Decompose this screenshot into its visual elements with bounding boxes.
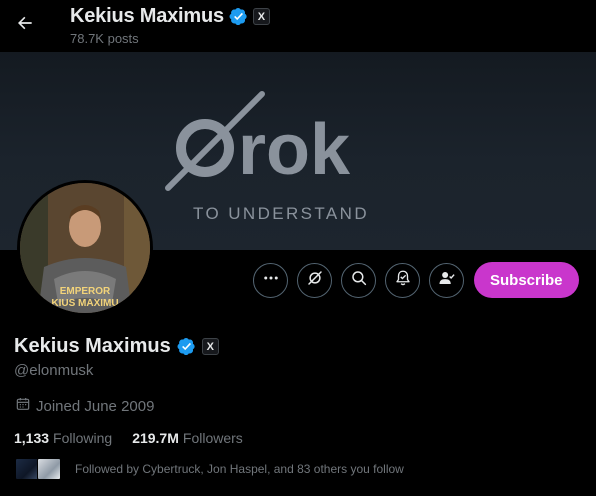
- profile-name-row: Kekius Maximus X: [14, 335, 219, 358]
- following-label: Following: [53, 430, 113, 446]
- post-count: 78.7K posts: [70, 31, 139, 46]
- following-link[interactable]: 1,133 Following: [14, 430, 112, 446]
- followed-by-link[interactable]: Followed by Cybertruck, Jon Haspel, and …: [15, 458, 404, 480]
- calendar-icon: [15, 396, 31, 416]
- avatar-image: EMPEROR KIUS MAXIMU: [20, 183, 150, 313]
- grok-button[interactable]: [297, 262, 332, 298]
- joined-text: Joined June 2009: [36, 397, 155, 415]
- avatar-caption-line2: KIUS MAXIMU: [51, 298, 118, 309]
- notify-button[interactable]: [385, 262, 420, 298]
- followers-count: 219.7M: [132, 430, 179, 446]
- profile-name: Kekius Maximus: [14, 335, 171, 357]
- banner-logo-text: rok: [238, 110, 351, 190]
- profile-handle: @elonmusk: [14, 362, 94, 379]
- more-button[interactable]: [253, 262, 288, 298]
- notify-bell-icon: [394, 269, 412, 292]
- followers-link[interactable]: 219.7M Followers: [132, 430, 243, 446]
- affiliate-x-badge[interactable]: X: [201, 338, 219, 355]
- more-icon: [262, 269, 280, 292]
- grok-icon: [306, 269, 324, 292]
- top-bar: Kekius Maximus X 78.7K posts: [0, 0, 596, 52]
- verified-badge-icon[interactable]: [177, 337, 196, 356]
- search-icon: [350, 269, 368, 292]
- followed-by-avatars: [15, 458, 61, 480]
- banner-tagline: TO UNDERSTAND: [193, 204, 369, 223]
- avatar-caption-line1: EMPEROR: [60, 286, 111, 297]
- affiliate-x-badge: X: [252, 8, 270, 25]
- following-count: 1,133: [14, 430, 50, 446]
- search-button[interactable]: [341, 262, 376, 298]
- profile-actions: Subscribe: [253, 262, 579, 298]
- profile-avatar[interactable]: EMPEROR KIUS MAXIMU: [17, 180, 153, 316]
- followed-by-text: Followed by Cybertruck, Jon Haspel, and …: [75, 462, 404, 476]
- verified-badge-icon: [229, 7, 248, 26]
- subscribe-button[interactable]: Subscribe: [474, 262, 579, 298]
- back-arrow-icon[interactable]: [12, 10, 38, 36]
- followers-label: Followers: [182, 430, 243, 446]
- top-name-row: Kekius Maximus X: [70, 5, 270, 28]
- joined-date: Joined June 2009: [15, 396, 154, 416]
- profile-stats: 1,133 Following 219.7M Followers: [14, 430, 243, 446]
- following-button[interactable]: [429, 262, 464, 298]
- following-icon: [438, 269, 456, 292]
- mini-avatar: [37, 458, 61, 480]
- mini-avatar: [15, 458, 39, 480]
- top-profile-name: Kekius Maximus: [70, 5, 224, 27]
